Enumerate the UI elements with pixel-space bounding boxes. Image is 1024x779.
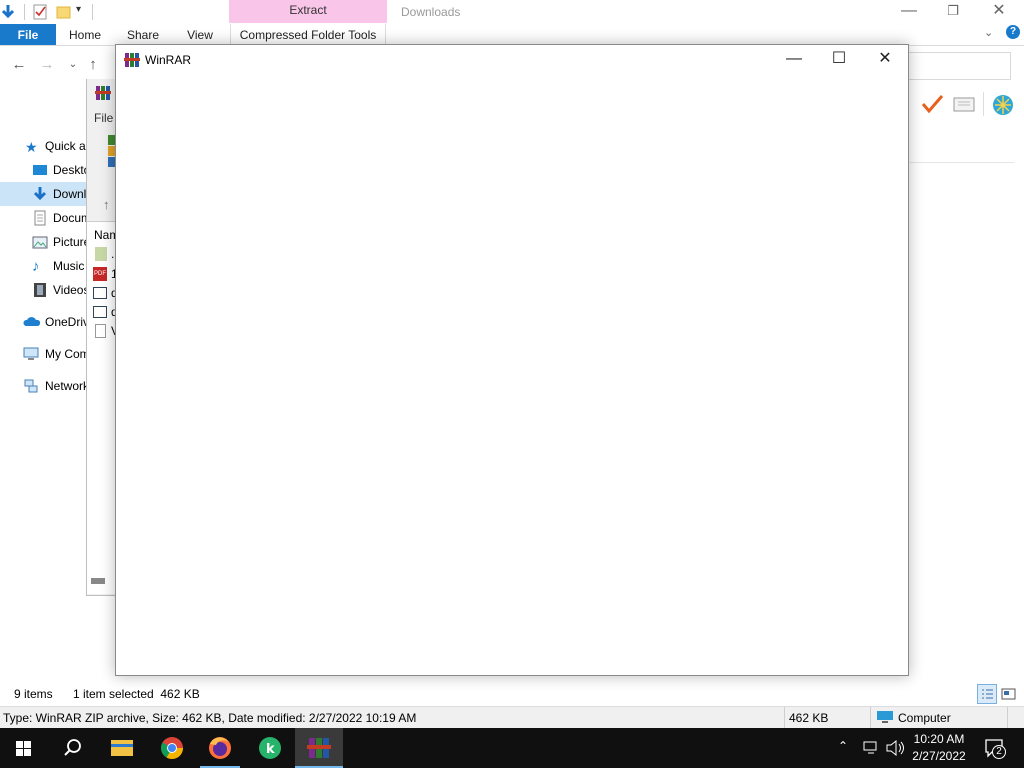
volume-icon[interactable] bbox=[885, 739, 905, 779]
search-icon bbox=[64, 739, 81, 756]
computer-icon bbox=[23, 346, 39, 362]
sidebar-item-pictures[interactable]: Pictures bbox=[0, 230, 86, 254]
sidebar-item-music[interactable]: ♪ Music bbox=[0, 254, 86, 278]
document-icon bbox=[32, 210, 48, 226]
clock-time: 10:20 AM bbox=[913, 732, 965, 746]
pdf-icon: PDF bbox=[93, 267, 107, 281]
close-button[interactable]: ✕ bbox=[976, 0, 1022, 24]
new-folder-icon[interactable] bbox=[56, 4, 72, 20]
start-button[interactable] bbox=[0, 728, 48, 768]
pictures-icon bbox=[32, 234, 48, 250]
tab-view[interactable]: View bbox=[176, 24, 224, 46]
properties-icon[interactable] bbox=[32, 4, 48, 20]
winrar-dialog-title-bar[interactable]: WinRAR — ☐ ✕ bbox=[116, 45, 908, 75]
file-details-text: Type: WinRAR ZIP archive, Size: 462 KB, … bbox=[3, 711, 417, 725]
network-icon bbox=[23, 378, 39, 394]
status-bar: 9 items 1 item selected 462 KB bbox=[0, 684, 1024, 704]
dialog-minimize-button[interactable]: — bbox=[771, 45, 817, 75]
dialog-close-button[interactable]: ✕ bbox=[862, 45, 908, 75]
svg-text:k: k bbox=[266, 742, 275, 757]
tab-compressed-folder-tools[interactable]: Compressed Folder Tools bbox=[230, 24, 386, 46]
star-icon: ★ bbox=[25, 139, 38, 155]
search-box[interactable] bbox=[905, 52, 1011, 80]
details-bar: Type: WinRAR ZIP archive, Size: 462 KB, … bbox=[0, 706, 1024, 729]
shell-icon[interactable] bbox=[990, 92, 1016, 116]
notification-count-badge: 2 bbox=[992, 745, 1006, 759]
help-icon[interactable]: ? bbox=[1006, 25, 1020, 39]
winrar-dialog-title: WinRAR bbox=[145, 53, 192, 67]
show-hidden-icons-icon[interactable]: ⌃ bbox=[838, 739, 848, 779]
ribbon-tabs: File Home Share View Compressed Folder T… bbox=[0, 24, 1024, 46]
tab-share[interactable]: Share bbox=[118, 24, 168, 46]
network-status-icon[interactable] bbox=[862, 739, 880, 779]
winrar-icon bbox=[95, 85, 111, 104]
clock-date: 2/27/2022 bbox=[912, 749, 966, 763]
tab-home[interactable]: Home bbox=[60, 24, 110, 46]
music-icon: ♪ bbox=[32, 258, 40, 275]
sidebar-item-videos[interactable]: Videos bbox=[0, 278, 86, 302]
ribbon-expand-icon[interactable]: ⌄ bbox=[984, 26, 993, 39]
download-icon bbox=[32, 186, 48, 202]
text-file-icon bbox=[95, 324, 106, 338]
taskbar-firefox[interactable] bbox=[196, 728, 244, 768]
extract-context-tab: Extract bbox=[229, 0, 387, 23]
action-center-button[interactable]: 2 bbox=[984, 738, 1006, 778]
taskbar-chrome[interactable] bbox=[148, 728, 196, 768]
tab-file[interactable]: File bbox=[0, 24, 56, 46]
desktop-icon bbox=[32, 162, 48, 178]
taskbar: k ⌃ 10:20 AM 2/27/2022 2 bbox=[0, 728, 1024, 768]
location-label: Computer bbox=[898, 711, 951, 725]
firefox-icon bbox=[209, 737, 231, 759]
window-title: Downloads bbox=[401, 5, 461, 19]
sidebar-item-desktop[interactable]: Desktop bbox=[0, 158, 86, 182]
sidebar-item-downloads[interactable]: Downloads bbox=[0, 182, 86, 206]
winrar-main-window: File ↑ Nam .. PDF 1 d d V bbox=[86, 79, 119, 596]
winrar-icon bbox=[124, 52, 140, 71]
taskbar-kaspersky[interactable]: k bbox=[246, 728, 294, 768]
sidebar-item-documents[interactable]: Documents bbox=[0, 206, 86, 230]
sidebar-item-network[interactable]: Network bbox=[0, 374, 86, 398]
restore-button[interactable]: ❐ bbox=[930, 0, 976, 24]
sidebar-item-onedrive[interactable]: OneDrive bbox=[0, 310, 86, 334]
minimize-button[interactable]: — bbox=[886, 0, 932, 24]
window-file-icon bbox=[93, 287, 107, 299]
up-folder-icon[interactable]: ↑ bbox=[103, 197, 110, 212]
chrome-icon bbox=[161, 737, 183, 759]
winrar-menu-file[interactable]: File bbox=[94, 111, 113, 125]
sidebar-item-my-computer[interactable]: My Computer bbox=[0, 342, 86, 366]
winrar-dialog-window: WinRAR — ☐ ✕ bbox=[115, 44, 909, 676]
details-view-icon[interactable] bbox=[977, 684, 997, 704]
computer-icon bbox=[876, 710, 894, 727]
up-arrow-icon[interactable]: ↑ bbox=[84, 56, 102, 76]
file-size: 462 KB bbox=[789, 711, 829, 725]
winrar-icon bbox=[307, 738, 331, 758]
large-icons-view-icon[interactable] bbox=[1000, 686, 1018, 705]
dialog-maximize-button[interactable]: ☐ bbox=[816, 45, 862, 75]
file-explorer-icon bbox=[111, 740, 133, 756]
column-header-divider bbox=[910, 162, 1014, 163]
checkmark-icon[interactable] bbox=[920, 92, 944, 116]
parent-folder-icon bbox=[95, 247, 107, 261]
back-arrow-icon[interactable]: ← bbox=[10, 56, 28, 76]
envelope-icon[interactable] bbox=[952, 92, 976, 116]
taskbar-file-explorer[interactable] bbox=[98, 728, 146, 768]
item-count: 9 items bbox=[14, 687, 53, 701]
sidebar-item-quick-access[interactable]: ★ Quick access bbox=[0, 134, 86, 158]
video-icon bbox=[32, 282, 48, 298]
kaspersky-icon: k bbox=[259, 737, 281, 759]
navigation-pane: ★ Quick access Desktop Downloads Documen… bbox=[0, 132, 86, 402]
recent-locations-icon[interactable]: ⌄ bbox=[64, 59, 82, 79]
drive-icon bbox=[91, 578, 105, 584]
taskbar-winrar[interactable] bbox=[295, 728, 343, 768]
selection-info: 1 item selected 462 KB bbox=[73, 687, 200, 701]
download-icon[interactable] bbox=[0, 4, 16, 20]
search-button[interactable] bbox=[48, 728, 96, 768]
start-icon bbox=[16, 741, 31, 756]
window-file-icon bbox=[93, 306, 107, 318]
forward-arrow-icon[interactable]: → bbox=[38, 56, 56, 76]
explorer-title-bar: ▾ Extract Downloads — ❐ ✕ bbox=[0, 0, 1024, 24]
system-clock[interactable]: 10:20 AM 2/27/2022 bbox=[906, 731, 972, 765]
customize-qat-icon[interactable]: ▾ bbox=[76, 4, 92, 20]
cloud-icon bbox=[23, 314, 41, 330]
